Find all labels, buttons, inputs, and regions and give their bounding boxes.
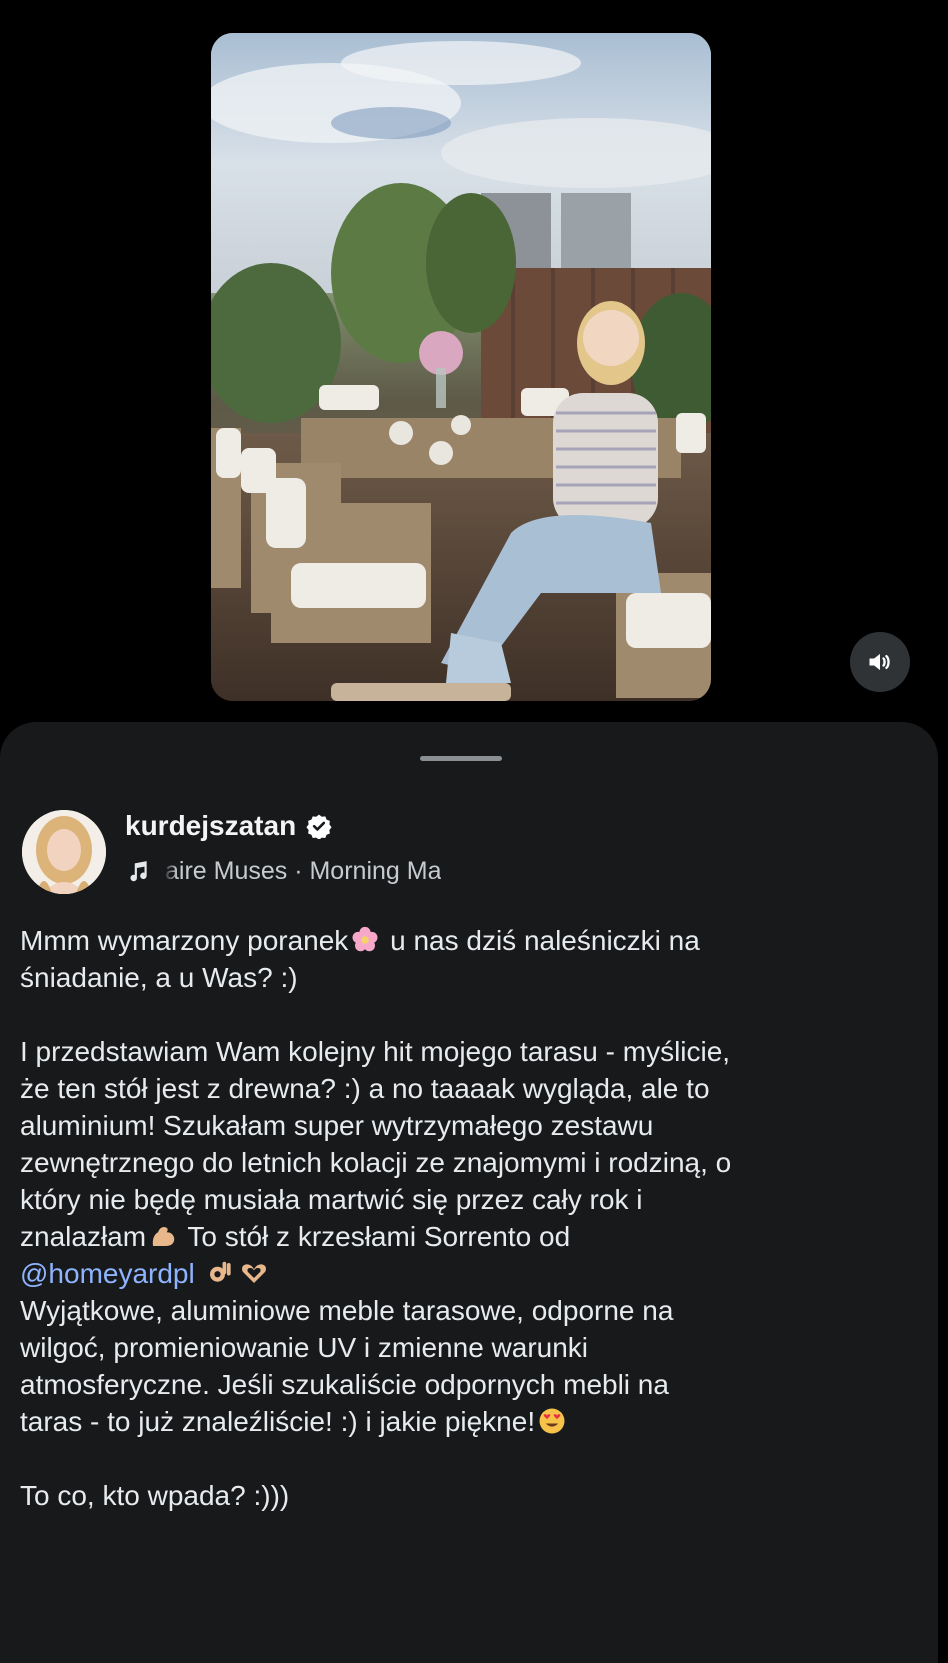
caption-line: że ten stół jest z drewna? :) a no taaaa… bbox=[20, 1073, 710, 1104]
ok-hand-emoji bbox=[209, 1261, 231, 1282]
username[interactable]: kurdejszatan bbox=[125, 810, 296, 842]
post-caption: Mmm wymarzony poranek u nas dziś naleśni… bbox=[20, 922, 920, 1514]
caption-line: zewnętrznego do letnich kolacji ze znajo… bbox=[20, 1147, 732, 1178]
caption-line: @homeyardpl bbox=[20, 1255, 920, 1292]
caption-line: taras - to już znaleźliście! :) i jakie … bbox=[20, 1403, 920, 1440]
sheet-grabber-handle[interactable] bbox=[420, 756, 502, 761]
caption-line: wilgoć, promieniowanie UV i zmienne waru… bbox=[20, 1332, 589, 1363]
caption-line: który nie będę musiała martwić się przez… bbox=[20, 1184, 643, 1215]
caption-line: znalazłam To stół z krzesłami Sorrento o… bbox=[20, 1221, 571, 1252]
sound-toggle-button[interactable] bbox=[850, 632, 910, 692]
profile-photo bbox=[22, 810, 106, 894]
cherry-blossom-emoji bbox=[352, 926, 378, 952]
heart-hands-emoji bbox=[241, 1264, 266, 1283]
caption-line: To co, kto wpada? :))) bbox=[20, 1480, 290, 1511]
terrace-photo-illustration bbox=[211, 33, 711, 701]
username-row[interactable]: kurdejszatan bbox=[125, 810, 332, 842]
caption-line: Wyjątkowe, aluminiowe meble tarasowe, od… bbox=[20, 1295, 674, 1326]
caption-line: śniadanie, a u Was? :) bbox=[20, 962, 298, 993]
caption-line: I przedstawiam Wam kolejny hit mojego ta… bbox=[20, 1036, 731, 1067]
caption-line: atmosferyczne. Jeśli szukaliście odporny… bbox=[20, 1369, 669, 1400]
caption-sheet: kurdejszatan aire Muses · Morning Ma Mmm… bbox=[0, 722, 938, 1663]
caption-line: Mmm wymarzony poranek u nas dziś naleśni… bbox=[20, 925, 700, 956]
verified-badge-icon bbox=[306, 814, 332, 839]
heart-eyes-emoji bbox=[539, 1408, 565, 1434]
post-image[interactable] bbox=[211, 33, 711, 701]
avatar[interactable] bbox=[22, 810, 106, 894]
mention-link[interactable]: @homeyardpl bbox=[20, 1258, 195, 1289]
music-attribution[interactable]: aire Muses · Morning Ma bbox=[125, 857, 515, 886]
music-note-icon bbox=[130, 860, 147, 881]
caption-line: aluminium! Szukałam super wytrzymałego z… bbox=[20, 1110, 654, 1141]
music-track-text: aire Muses · Morning Ma bbox=[165, 857, 442, 885]
speaker-icon bbox=[869, 653, 890, 671]
flexed-biceps-emoji bbox=[152, 1227, 175, 1246]
